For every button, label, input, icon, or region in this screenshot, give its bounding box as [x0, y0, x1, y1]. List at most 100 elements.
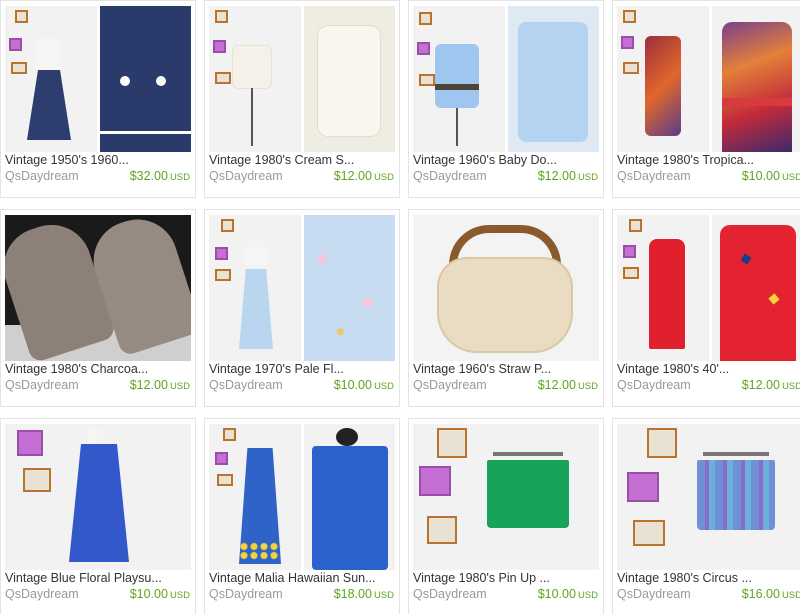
photo-pane	[617, 424, 800, 570]
listing-photo[interactable]	[617, 215, 800, 361]
wall-frame-icon	[215, 247, 228, 260]
photo-pane	[507, 6, 599, 152]
listing-photo[interactable]	[617, 424, 800, 570]
listing-photo[interactable]	[413, 215, 599, 361]
price-currency: USD	[781, 590, 800, 601]
listing-title[interactable]: Vintage 1980's Tropica...	[617, 153, 800, 167]
wall-frame-icon	[623, 245, 636, 258]
listing-card[interactable]: Vintage 1980's Tropica... QsDaydream $10…	[612, 0, 800, 198]
price-currency: USD	[169, 172, 190, 183]
wall-frame-icon	[623, 62, 639, 74]
photo-pane	[209, 6, 301, 152]
shop-name[interactable]: QsDaydream	[5, 587, 79, 601]
shop-name[interactable]: QsDaydream	[5, 378, 79, 392]
listing-title[interactable]: Vintage 1950's 1960...	[5, 153, 193, 167]
listing-title[interactable]: Vintage 1980's 40'...	[617, 362, 800, 376]
listing-title[interactable]: Vintage 1960's Baby Do...	[413, 153, 601, 167]
listing-title[interactable]: Vintage 1970's Pale Fl...	[209, 362, 397, 376]
top-icon	[435, 44, 479, 108]
photo-pane	[5, 424, 191, 570]
shop-name[interactable]: QsDaydream	[209, 169, 283, 183]
listing-price: $32.00 USD	[130, 169, 190, 183]
listing-photo[interactable]	[413, 424, 599, 570]
floral-pattern	[303, 215, 395, 361]
shop-name[interactable]: QsDaydream	[5, 169, 79, 183]
wall-frame-icon	[419, 74, 435, 86]
listing-photo[interactable]	[413, 6, 599, 152]
listing-title[interactable]: Vintage 1980's Circus ...	[617, 571, 800, 585]
listing-photo[interactable]	[209, 6, 395, 152]
wall-frame-icon	[23, 468, 51, 492]
mannequin-icon	[335, 428, 358, 446]
listing-card[interactable]: Vintage 1960's Straw P... QsDaydream $12…	[408, 209, 604, 407]
shop-name[interactable]: QsDaydream	[617, 169, 691, 183]
shop-name[interactable]: QsDaydream	[617, 587, 691, 601]
listing-photo[interactable]	[5, 6, 191, 152]
shop-name[interactable]: QsDaydream	[413, 378, 487, 392]
wall-frame-icon	[623, 267, 639, 279]
listing-photo[interactable]	[5, 215, 191, 361]
blouse-detail	[317, 26, 380, 136]
wall-frame-icon	[213, 40, 226, 53]
listing-title[interactable]: Vintage Malia Hawaiian Sun...	[209, 571, 397, 585]
listing-card[interactable]: Vintage 1980's Circus ... QsDaydream $16…	[612, 418, 800, 614]
listing-title[interactable]: Vintage 1960's Straw P...	[413, 362, 601, 376]
shop-name[interactable]: QsDaydream	[413, 169, 487, 183]
listing-photo[interactable]	[209, 215, 395, 361]
listing-title[interactable]: Vintage 1980's Pin Up ...	[413, 571, 601, 585]
price-currency: USD	[373, 590, 394, 601]
wall-frame-icon	[15, 10, 28, 23]
listing-card[interactable]: Vintage 1980's Charcoa... QsDaydream $12…	[0, 209, 196, 407]
listing-card[interactable]: Vintage 1960's Baby Do... QsDaydream $12…	[408, 0, 604, 198]
wall-frame-icon	[427, 516, 457, 544]
wall-frame-icon	[9, 38, 22, 51]
top-detail	[517, 22, 588, 142]
wall-frame-icon	[11, 62, 27, 74]
listing-price: $16.00 USD	[742, 587, 800, 601]
stand-icon	[251, 88, 253, 146]
romper-icon	[645, 36, 681, 136]
shorts-icon	[697, 460, 775, 530]
stand-icon	[456, 108, 458, 146]
flower-hem	[239, 542, 281, 560]
shop-name[interactable]: QsDaydream	[209, 378, 283, 392]
listing-photo[interactable]	[617, 6, 800, 152]
price-value: $16.00	[741, 587, 780, 601]
listing-card[interactable]: Vintage 1980's Cream S... QsDaydream $12…	[204, 0, 400, 198]
shop-name[interactable]: QsDaydream	[413, 587, 487, 601]
shorts-icon	[487, 460, 569, 528]
price-value: $10.00	[537, 587, 576, 601]
listing-card[interactable]: Vintage Blue Floral Playsu... QsDaydream…	[0, 418, 196, 614]
price-value: $10.00	[741, 169, 780, 183]
photo-pane	[413, 215, 599, 361]
wall-frame-icon	[215, 10, 228, 23]
listing-grid: Vintage 1950's 1960... QsDaydream $32.00…	[0, 0, 800, 614]
listing-card[interactable]: Vintage 1980's Pin Up ... QsDaydream $10…	[408, 418, 604, 614]
listing-card[interactable]: Vintage 1980's 40'... QsDaydream $12.00 U…	[612, 209, 800, 407]
photo-pane	[303, 215, 395, 361]
listing-card[interactable]: Vintage 1970's Pale Fl... QsDaydream $10…	[204, 209, 400, 407]
wall-frame-icon	[647, 428, 677, 458]
price-value: $12.00	[537, 378, 576, 392]
price-value: $12.00	[741, 378, 780, 392]
photo-pane	[413, 6, 505, 152]
wall-frame-icon	[419, 12, 432, 25]
wall-frame-icon	[437, 428, 467, 458]
listing-title[interactable]: Vintage 1980's Charcoa...	[5, 362, 193, 376]
listing-photo[interactable]	[5, 424, 191, 570]
shop-name[interactable]: QsDaydream	[617, 378, 691, 392]
listing-card[interactable]: Vintage 1950's 1960... QsDaydream $32.00…	[0, 0, 196, 198]
listing-price: $10.00 USD	[334, 378, 394, 392]
flower-icon	[119, 76, 130, 86]
listing-title[interactable]: Vintage Blue Floral Playsu...	[5, 571, 193, 585]
mannequin-icon	[35, 38, 61, 70]
listing-card[interactable]: Vintage Malia Hawaiian Sun... QsDaydream…	[204, 418, 400, 614]
photo-pane	[209, 215, 301, 361]
listing-title[interactable]: Vintage 1980's Cream S...	[209, 153, 397, 167]
shop-name[interactable]: QsDaydream	[209, 587, 283, 601]
listing-price: $10.00 USD	[538, 587, 598, 601]
price-value: $12.00	[129, 378, 168, 392]
listing-photo[interactable]	[209, 424, 395, 570]
photo-pane	[303, 424, 395, 570]
price-value: $18.00	[333, 587, 372, 601]
